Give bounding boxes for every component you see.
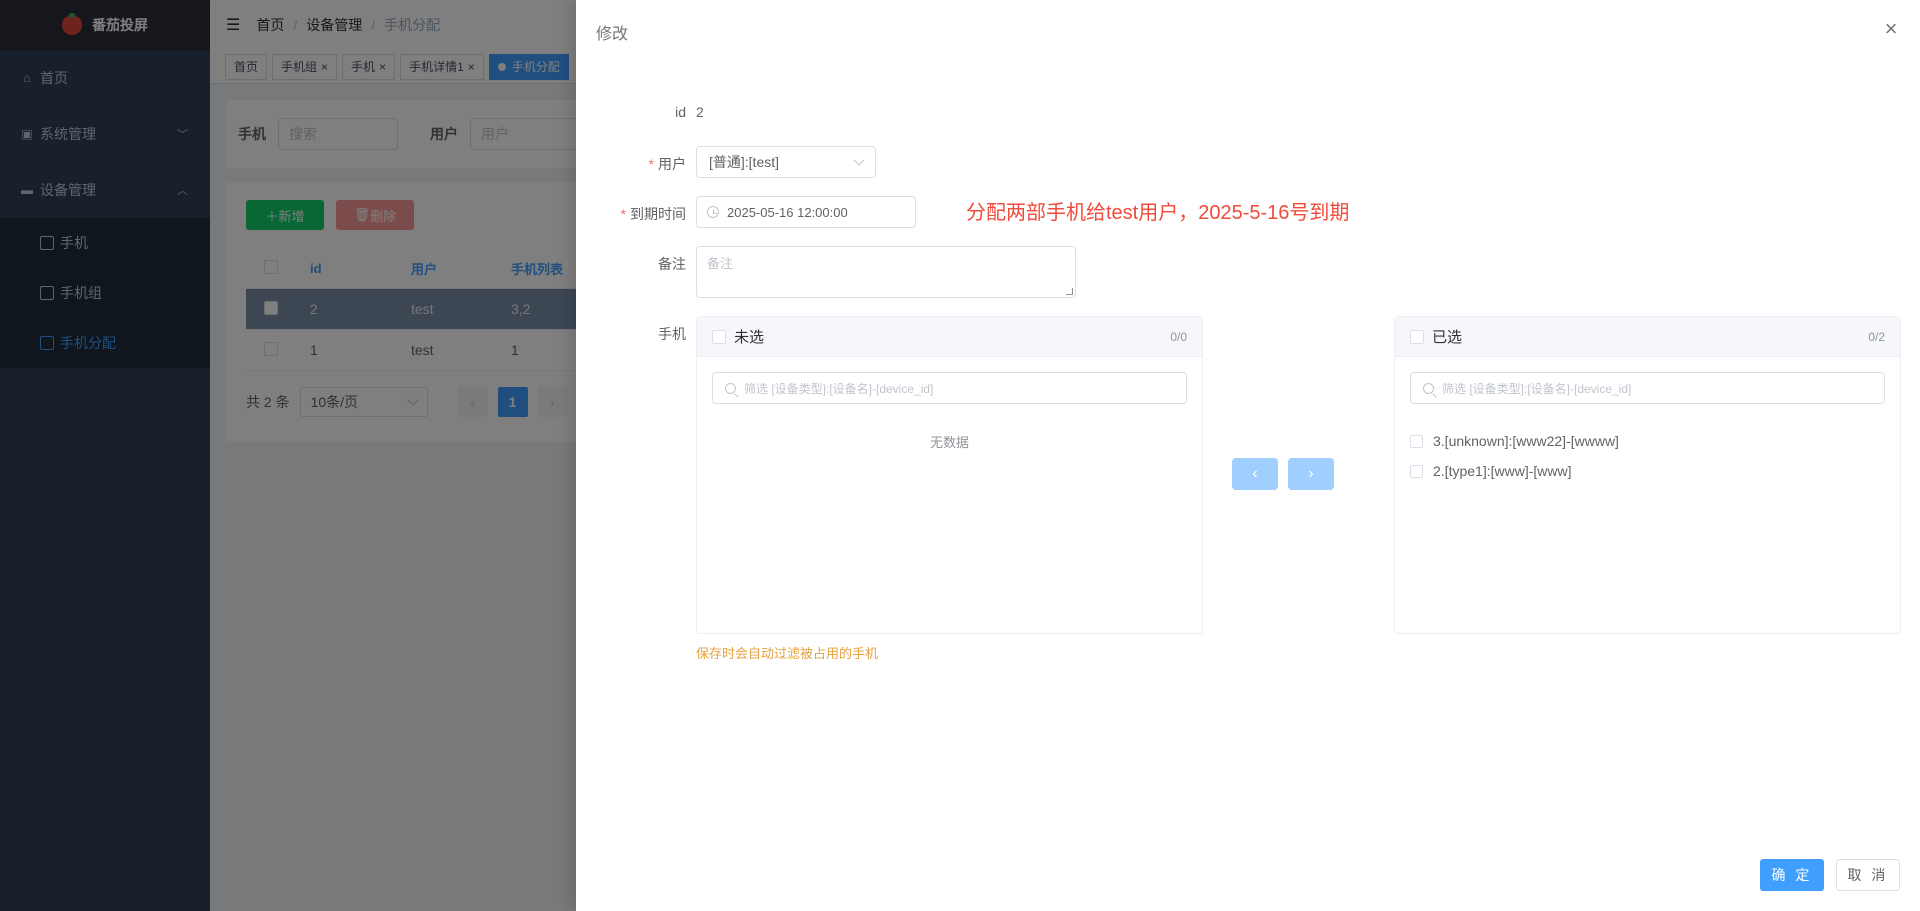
panel-filter-input[interactable]: 筛选 [设备类型]:[设备名]-[device_id] <box>712 372 1187 404</box>
panel-title: 未选 <box>734 329 765 346</box>
search-icon <box>1423 382 1434 394</box>
expire-date-picker[interactable]: 2025-05-16 12:00:00 <box>696 196 916 228</box>
clock-icon <box>707 206 719 218</box>
panel-list: 3.[unknown]:[www22]-[wwww] 2.[type1]:[ww… <box>1395 404 1900 486</box>
list-item[interactable]: 3.[unknown]:[www22]-[wwww] <box>1410 426 1885 456</box>
item-checkbox[interactable] <box>1410 464 1423 478</box>
chevron-left-icon: ‹ <box>1252 465 1258 482</box>
expire-date-value: 2025-05-16 12:00:00 <box>727 204 848 220</box>
panel-count: 0/0 <box>1170 329 1187 344</box>
transfer-right-button[interactable]: › <box>1288 458 1334 490</box>
user-select-value: [普通]:[test] <box>709 154 780 170</box>
phone-label: 手机 <box>658 326 686 342</box>
list-item[interactable]: 2.[type1]:[www]-[www] <box>1410 456 1885 486</box>
id-value: 2 <box>696 104 704 120</box>
panel-filter-input[interactable]: 筛选 [设备类型]:[设备名]-[device_id] <box>1410 372 1885 404</box>
panel-select-all-checkbox[interactable] <box>712 329 726 344</box>
empty-text: 无数据 <box>929 435 969 450</box>
panel-header: 未选 0/0 <box>697 317 1202 357</box>
cancel-button[interactable]: 取 消 <box>1836 859 1900 891</box>
user-select[interactable]: [普通]:[test] <box>696 146 876 178</box>
close-icon[interactable]: × <box>1880 18 1902 40</box>
item-checkbox[interactable] <box>1410 434 1423 448</box>
panel-header: 已选 0/2 <box>1395 317 1900 357</box>
panel-count: 0/2 <box>1868 329 1885 344</box>
panel-select-all-checkbox[interactable] <box>1410 329 1424 344</box>
panel-title: 已选 <box>1432 329 1463 346</box>
hint-text: 保存时会自动过滤被占用的手机 <box>696 646 879 661</box>
remark-textarea[interactable]: 备注 <box>696 246 1076 298</box>
transfer-left-button[interactable]: ‹ <box>1232 458 1278 490</box>
search-icon <box>725 382 736 394</box>
chevron-right-icon: › <box>1308 465 1314 482</box>
chevron-down-icon <box>853 154 865 166</box>
confirm-button[interactable]: 确 定 <box>1760 859 1824 891</box>
annotation-text: 分配两部手机给test用户，2025-5-16号到期 <box>966 202 1350 224</box>
user-label: * 用户 <box>648 156 686 172</box>
expire-label: * 到期时间 <box>620 206 686 222</box>
transfer-panel-selected: 已选 0/2 筛选 [设备类型]:[设备名]-[device_id] 3.[un… <box>1394 316 1901 634</box>
drawer-title: 修改 <box>596 26 629 43</box>
transfer-panel-unselected: 未选 0/0 筛选 [设备类型]:[设备名]-[device_id] 无数据 <box>696 316 1203 634</box>
remark-label: 备注 <box>658 256 686 272</box>
edit-drawer: 修改 × id 2 * 用户 [普通]:[test] * 到期时间 2025-05-… <box>576 0 1920 911</box>
id-label: id <box>675 104 686 120</box>
